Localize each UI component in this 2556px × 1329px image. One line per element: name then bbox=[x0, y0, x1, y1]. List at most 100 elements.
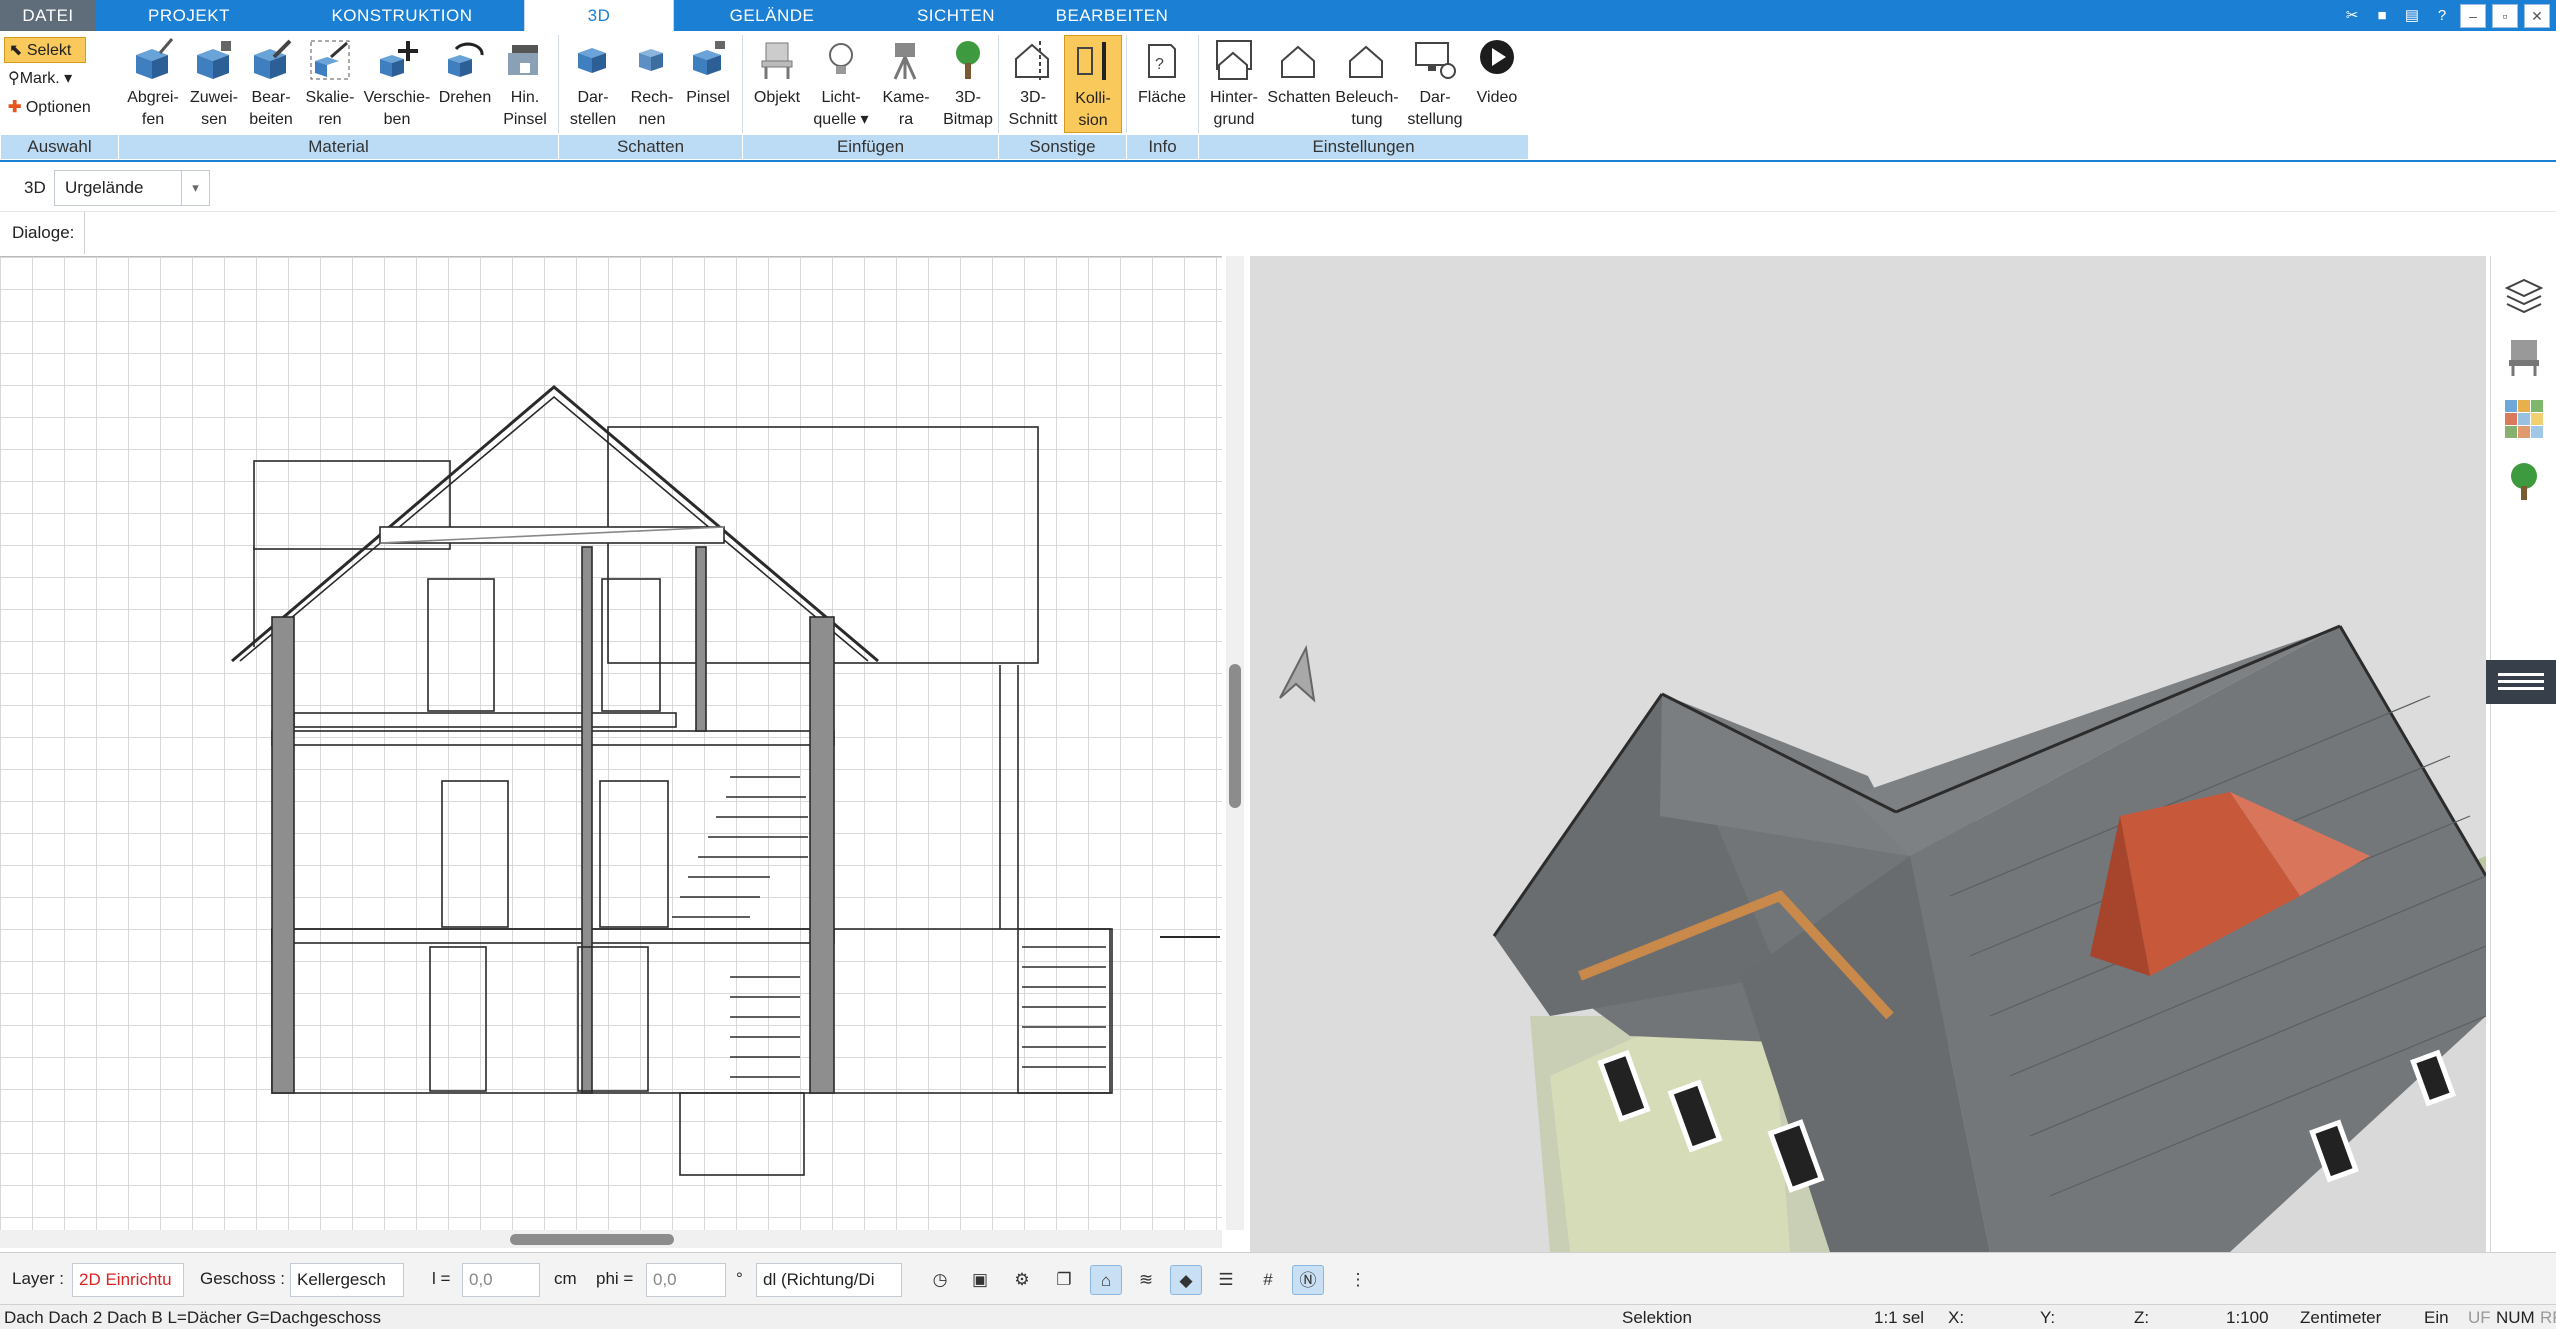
svg-text:?: ? bbox=[1155, 56, 1164, 73]
verschieben-button[interactable]: Verschie-ben bbox=[360, 35, 434, 133]
length-input[interactable]: 0,0 bbox=[462, 1263, 540, 1297]
bottom-toolbar: Layer : 2D Einrichtu Geschoss : Kellerge… bbox=[0, 1252, 2556, 1304]
house-3d-render bbox=[1492, 624, 2486, 1252]
texture-icon[interactable]: ≋ bbox=[1130, 1265, 1162, 1295]
grid-icon[interactable]: # bbox=[1252, 1265, 1284, 1295]
layer-label: Layer : bbox=[12, 1269, 64, 1288]
status-y: Y: bbox=[2040, 1308, 2056, 1327]
scrollbar-thumb[interactable] bbox=[1229, 664, 1241, 808]
background-house-icon bbox=[1216, 40, 1252, 80]
more-options-icon[interactable]: ⋮ bbox=[1342, 1265, 1374, 1295]
menu-tab-bearbeiten[interactable]: BEARBEITEN bbox=[1044, 0, 1180, 31]
layers-panel-icon[interactable] bbox=[2503, 276, 2545, 318]
beleuchtung-button[interactable]: Beleuch-tung bbox=[1332, 35, 1402, 133]
plants-panel-icon[interactable] bbox=[2503, 460, 2545, 502]
zuweisen-button[interactable]: Zuwei-sen bbox=[186, 35, 242, 133]
navigation-arrow-icon[interactable] bbox=[1276, 644, 1318, 704]
menu-tab-sichten[interactable]: SICHTEN bbox=[868, 0, 1044, 31]
3d-bitmap-button[interactable]: 3D- Bitmap bbox=[938, 35, 998, 133]
schatten-darstellen-button[interactable]: Dar-stellen bbox=[562, 35, 624, 133]
zuweisen-label-2: sen bbox=[201, 111, 227, 128]
flaeche-button[interactable]: ? Fläche bbox=[1130, 35, 1194, 133]
3d-viewport[interactable] bbox=[1250, 256, 2486, 1252]
layer-select[interactable]: 2D Einrichtu bbox=[72, 1263, 184, 1297]
bearbeiten-button[interactable]: Bear-beiten bbox=[242, 35, 300, 133]
separator bbox=[1126, 35, 1127, 133]
scale-cube-icon bbox=[310, 40, 350, 80]
schatten-rechnen-button[interactable]: Rech-nen bbox=[624, 35, 680, 133]
menu-tab-konstruktion[interactable]: KONSTRUKTION bbox=[282, 0, 522, 31]
kamera-button[interactable]: Kame-ra bbox=[874, 35, 938, 133]
menu-tab-datei[interactable]: DATEI bbox=[0, 0, 96, 31]
drehen-button[interactable]: Drehen bbox=[434, 35, 496, 133]
separator bbox=[998, 35, 999, 133]
hin-pinsel-button[interactable]: Hin. Pinsel bbox=[496, 35, 554, 133]
help-icon[interactable]: ? bbox=[2430, 4, 2454, 28]
schatten-settings-button[interactable]: Schatten bbox=[1266, 35, 1332, 133]
video-button[interactable]: Video bbox=[1468, 35, 1526, 133]
schatten-pinsel-button[interactable]: Pinsel bbox=[680, 35, 736, 133]
plan-vertical-scrollbar[interactable] bbox=[1226, 256, 1244, 1230]
menu-tab-gelaende[interactable]: GELÄNDE bbox=[676, 0, 868, 31]
angle-input[interactable]: 0,0 bbox=[646, 1263, 726, 1297]
camera-icon bbox=[893, 43, 917, 80]
dialoge-label: Dialoge: bbox=[12, 223, 75, 242]
menu-tab-3d[interactable]: 3D bbox=[524, 0, 674, 31]
selekt-button[interactable]: ⬉ Selekt bbox=[4, 37, 86, 63]
status-unit: Zentimeter bbox=[2300, 1308, 2382, 1327]
direction-select[interactable]: dl (Richtung/Di bbox=[756, 1263, 902, 1297]
schatten-rechnen-label-1: Rech- bbox=[630, 89, 674, 106]
furniture-panel-icon[interactable] bbox=[2503, 336, 2545, 378]
cube-icon[interactable]: ■ bbox=[2370, 4, 2394, 28]
section-plan-canvas[interactable] bbox=[0, 256, 1222, 1230]
lichtquelle-button[interactable]: Licht-quelle ▾ bbox=[808, 35, 874, 133]
layers-icon[interactable]: ▤ bbox=[2400, 4, 2424, 28]
geschoss-select[interactable]: Kellergesch bbox=[290, 1263, 404, 1297]
skalieren-button[interactable]: Skalie-ren bbox=[300, 35, 360, 133]
section-house-icon bbox=[1015, 41, 1049, 81]
north-icon[interactable]: Ⓝ bbox=[1292, 1265, 1324, 1295]
group-label-info: Info bbox=[1126, 135, 1198, 159]
bearbeiten-label-1: Bear- bbox=[251, 89, 291, 106]
plus-icon: ✚ bbox=[8, 99, 22, 116]
plan-horizontal-scrollbar[interactable] bbox=[0, 1230, 1222, 1248]
terrain-select[interactable]: Urgelände ▾ bbox=[54, 170, 210, 206]
bearbeiten-label-2: beiten bbox=[249, 111, 293, 128]
menu-tab-projekt[interactable]: PROJEKT bbox=[96, 0, 282, 31]
calc-cube-icon bbox=[639, 49, 663, 71]
layers-stack-icon[interactable]: ☰ bbox=[1210, 1265, 1242, 1295]
robot-icon[interactable]: ⚙ bbox=[1006, 1265, 1038, 1295]
optionen-button[interactable]: ✚ Optionen bbox=[4, 95, 91, 121]
side-panel-toggle[interactable] bbox=[2486, 660, 2556, 704]
window-controls: ✂ ■ ▤ ? – ▫ ✕ bbox=[2340, 0, 2556, 31]
objekt-button[interactable]: Objekt bbox=[746, 35, 808, 133]
group-label-einfuegen: Einfügen bbox=[742, 135, 998, 159]
restore-button[interactable]: ▫ bbox=[2492, 3, 2518, 28]
3d-schnitt-label-2: Schnitt bbox=[1008, 111, 1058, 128]
kollision-button[interactable]: Kolli-sion bbox=[1064, 35, 1122, 133]
ribbon: ⬉ Selekt ⚲Mark. ▾ ✚ Optionen Auswahl Abg… bbox=[0, 31, 2556, 162]
roof-tool-icon[interactable]: ⌂ bbox=[1090, 1265, 1122, 1295]
hintergrund-button[interactable]: Hinter-grund bbox=[1202, 35, 1266, 133]
side-panel bbox=[2490, 256, 2556, 1252]
beleuchtung-label-2: tung bbox=[1351, 111, 1383, 128]
materials-panel-icon[interactable] bbox=[2503, 398, 2545, 440]
darstellung-button[interactable]: Dar-stellung bbox=[1402, 35, 1468, 133]
verschieben-label-1: Verschie- bbox=[363, 89, 431, 106]
group-label-auswahl: Auswahl bbox=[0, 135, 118, 159]
copy-icon[interactable]: ❐ bbox=[1048, 1265, 1080, 1295]
scrollbar-thumb[interactable] bbox=[510, 1234, 674, 1245]
status-ein: Ein bbox=[2424, 1308, 2449, 1327]
separator bbox=[1198, 35, 1199, 133]
hin-pinsel-label-1: Hin. bbox=[510, 89, 540, 106]
tools-icon[interactable]: ✂ bbox=[2340, 4, 2364, 28]
3d-schnitt-label-1: 3D- bbox=[1020, 89, 1046, 106]
clock-icon[interactable]: ◷ bbox=[924, 1265, 956, 1295]
plane-icon[interactable]: ◆ bbox=[1170, 1265, 1202, 1295]
abgreifen-button[interactable]: Abgrei-fen bbox=[120, 35, 186, 133]
presentation-icon[interactable]: ▣ bbox=[964, 1265, 996, 1295]
mark-button[interactable]: ⚲Mark. ▾ bbox=[4, 66, 72, 92]
minimize-button[interactable]: – bbox=[2460, 3, 2486, 28]
3d-schnitt-button[interactable]: 3D- Schnitt bbox=[1002, 35, 1064, 133]
close-button[interactable]: ✕ bbox=[2524, 3, 2550, 28]
